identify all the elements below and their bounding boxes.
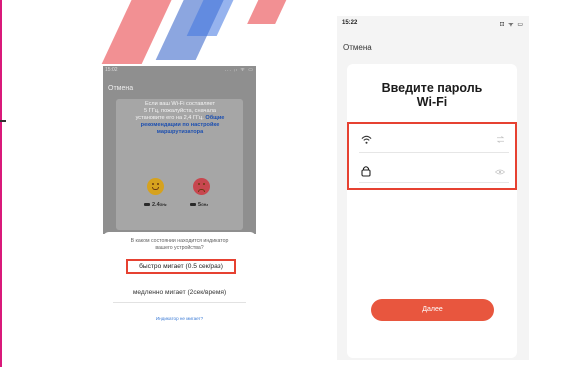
left-status-icons: ... ᵢₗ ᯤ ▭ xyxy=(224,67,254,73)
next-button[interactable]: Далее xyxy=(371,299,494,321)
freq-5-unit: GHz xyxy=(201,203,209,207)
router-guide-link-3[interactable]: маршрутизатора xyxy=(125,129,235,136)
option-blink-slow[interactable]: медленно мигает (2сек/время) xyxy=(109,289,250,296)
sad-face-icon xyxy=(193,178,210,195)
watermark-red-2 xyxy=(247,0,293,24)
happy-face-icon xyxy=(147,178,164,195)
info-line-2: 5 ГГц, пожалуйста, сначала xyxy=(144,108,216,114)
router-icon xyxy=(190,203,196,207)
edge-bar xyxy=(0,0,2,367)
sheet-divider xyxy=(113,302,246,303)
info-line-1: Если ваш Wi-Fi составляет xyxy=(144,101,216,107)
title-line-2: Wi-Fi xyxy=(416,95,448,109)
right-cancel-link[interactable]: Отмена xyxy=(343,43,372,52)
left-phone-screen: 15:02 ... ᵢₗ ᯤ ▭ Отмена Если ваш Wi-Fi с… xyxy=(103,66,256,332)
left-cancel-link[interactable]: Отмена xyxy=(108,85,133,92)
router-guide-link-2[interactable]: рекомендации по настройке xyxy=(125,122,235,129)
right-status-bar: 15:22 ⊡ ᯤ ▭ xyxy=(342,19,524,29)
wifi-frequency-info: Если ваш Wi-Fi составляет 5 ГГц, пожалуй… xyxy=(125,101,235,136)
router-icon xyxy=(144,203,150,207)
right-status-time: 15:22 xyxy=(342,20,358,26)
question-line-1: В каком состоянии находится индикатор xyxy=(130,238,229,244)
router-guide-link-1[interactable]: Общие xyxy=(205,115,224,121)
edge-tick xyxy=(0,120,6,122)
highlight-frame xyxy=(347,122,517,190)
left-status-time: 15:02 xyxy=(105,67,118,73)
indicator-question: В каком состоянии находится индикатор ва… xyxy=(117,238,242,252)
freq-5-label: 5GHz xyxy=(190,202,208,208)
left-status-bar: 15:02 ... ᵢₗ ᯤ ▭ xyxy=(105,67,254,75)
option-blink-fast[interactable]: быстро мигает (0.5 сек/раз) xyxy=(126,259,236,274)
indicator-bottom-sheet: В каком состоянии находится индикатор ва… xyxy=(103,232,256,332)
info-line-3: установите его на 2,4 ГГц. Общие xyxy=(125,115,235,122)
title-line-1: Введите пароль xyxy=(381,81,483,95)
freq-24-value: 2.4 xyxy=(152,202,160,208)
indicator-not-blinking-link[interactable]: Индикатор не мигает? xyxy=(109,316,250,321)
right-phone-screen: 15:22 ⊡ ᯤ ▭ Отмена Введите пароль Wi-Fi … xyxy=(337,16,529,360)
right-status-icons: ⊡ ᯤ ▭ xyxy=(499,22,524,28)
question-line-2: вашего устройства? xyxy=(155,245,204,251)
info-line-3-text: установите его на 2,4 ГГц. xyxy=(135,115,204,121)
page-title: Введите пароль Wi-Fi xyxy=(347,81,517,109)
freq-24-label: 2.4GHz xyxy=(144,202,167,208)
freq-24-unit: GHz xyxy=(159,203,167,207)
